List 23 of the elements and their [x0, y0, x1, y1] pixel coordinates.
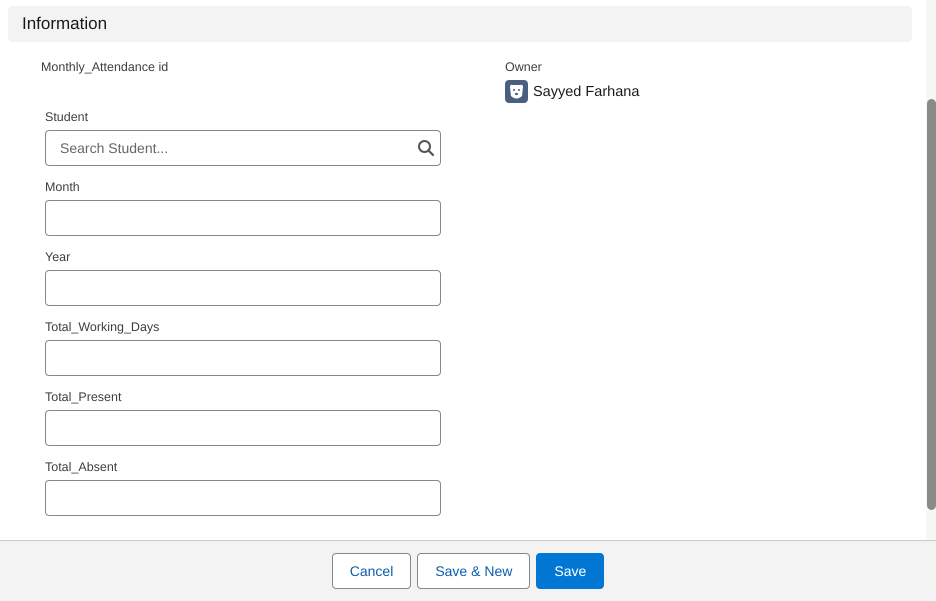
search-field[interactable]: Search Student... — [45, 130, 441, 166]
input-field[interactable] — [45, 410, 441, 446]
button[interactable]: Save & New — [417, 553, 530, 589]
bear-avatar-icon — [505, 80, 528, 103]
input-field[interactable] — [45, 480, 441, 516]
field-label: Monthly_Attendance id — [41, 60, 170, 76]
field-label: Owner — [505, 60, 543, 74]
scrollbar-thumb[interactable] — [927, 99, 936, 510]
field-label: Total_Working_Days — [45, 320, 160, 334]
owner-name[interactable]: Sayyed Farhana — [533, 84, 640, 100]
field-label: Total_Present — [45, 390, 122, 404]
input-field[interactable] — [45, 340, 441, 376]
search-icon — [417, 139, 435, 157]
button[interactable]: Save — [536, 553, 604, 589]
section-title: Information — [22, 14, 108, 34]
field-label: Month — [45, 180, 81, 194]
field-label: Student — [45, 110, 90, 124]
button[interactable]: Cancel — [332, 553, 412, 589]
field-label: Total_Absent — [45, 460, 118, 474]
input-field[interactable] — [45, 200, 441, 236]
field-label: Year — [45, 250, 72, 264]
scrollbar[interactable] — [926, 0, 936, 540]
input-field[interactable] — [45, 270, 441, 306]
